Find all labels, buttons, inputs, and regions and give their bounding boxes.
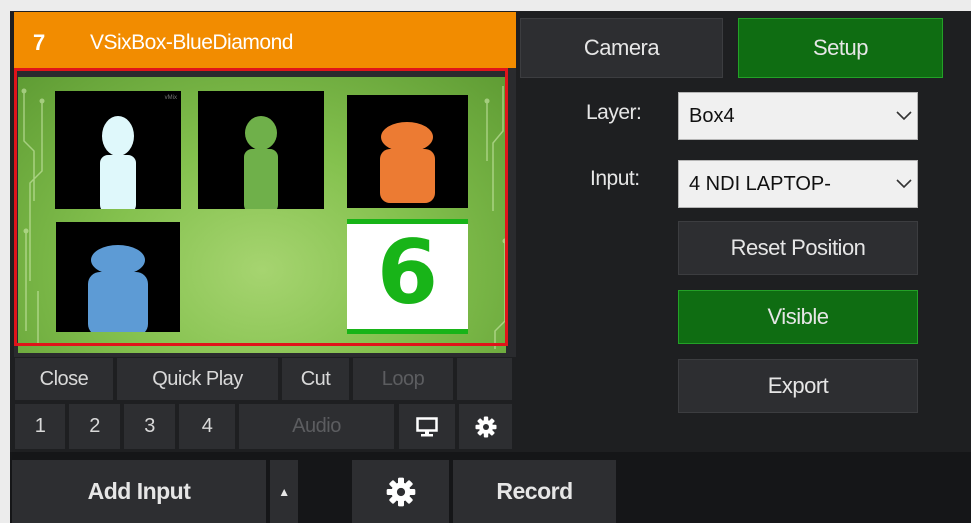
add-input-menu-arrow[interactable]: ▲	[270, 460, 298, 523]
gear-icon	[386, 477, 415, 506]
camera-tab[interactable]: Camera	[520, 18, 723, 78]
overlay-1-button[interactable]: 1	[15, 404, 65, 449]
blank-button[interactable]	[457, 358, 512, 400]
record-button[interactable]: Record	[453, 460, 616, 523]
input-number: 7	[33, 30, 46, 55]
visible-toggle-button[interactable]: Visible	[678, 290, 918, 344]
gear-icon	[475, 416, 496, 437]
audio-button[interactable]: Audio	[239, 404, 394, 449]
input-name: VSixBox-BlueDiamond	[90, 31, 293, 54]
overlay-2-button[interactable]: 2	[69, 404, 120, 449]
setup-tab[interactable]: Setup	[738, 18, 943, 78]
cut-button[interactable]: Cut	[282, 358, 349, 400]
input-source-select[interactable]: 4 NDI LAPTOP-	[678, 160, 918, 208]
loop-button[interactable]: Loop	[353, 358, 453, 400]
input-select-value: 4 NDI LAPTOP-	[689, 172, 831, 195]
layer-select[interactable]: Box4	[678, 92, 918, 140]
layer-label: Layer:	[586, 101, 642, 124]
settings-button[interactable]	[352, 460, 449, 523]
quick-play-button[interactable]: Quick Play	[117, 358, 278, 400]
export-button[interactable]: Export	[678, 359, 918, 413]
add-input-button[interactable]: Add Input	[12, 460, 266, 523]
monitor-button[interactable]	[399, 404, 455, 449]
preview-highlight-box	[14, 68, 508, 346]
overlay-4-button[interactable]: 4	[179, 404, 235, 449]
chevron-down-icon	[891, 111, 917, 121]
chevron-down-icon	[891, 179, 917, 189]
overlay-3-button[interactable]: 3	[124, 404, 175, 449]
layer-select-value: Box4	[689, 104, 735, 127]
close-button[interactable]: Close	[15, 358, 113, 400]
input-title-bar[interactable]: 7 VSixBox-BlueDiamond	[14, 12, 516, 72]
monitor-icon	[416, 416, 438, 436]
input-window: 7 VSixBox-BlueDiamond vMix 6 Close Quick…	[10, 11, 971, 523]
reset-position-button[interactable]: Reset Position	[678, 221, 918, 275]
input-settings-button[interactable]	[459, 404, 512, 449]
input-label: Input:	[590, 167, 640, 190]
